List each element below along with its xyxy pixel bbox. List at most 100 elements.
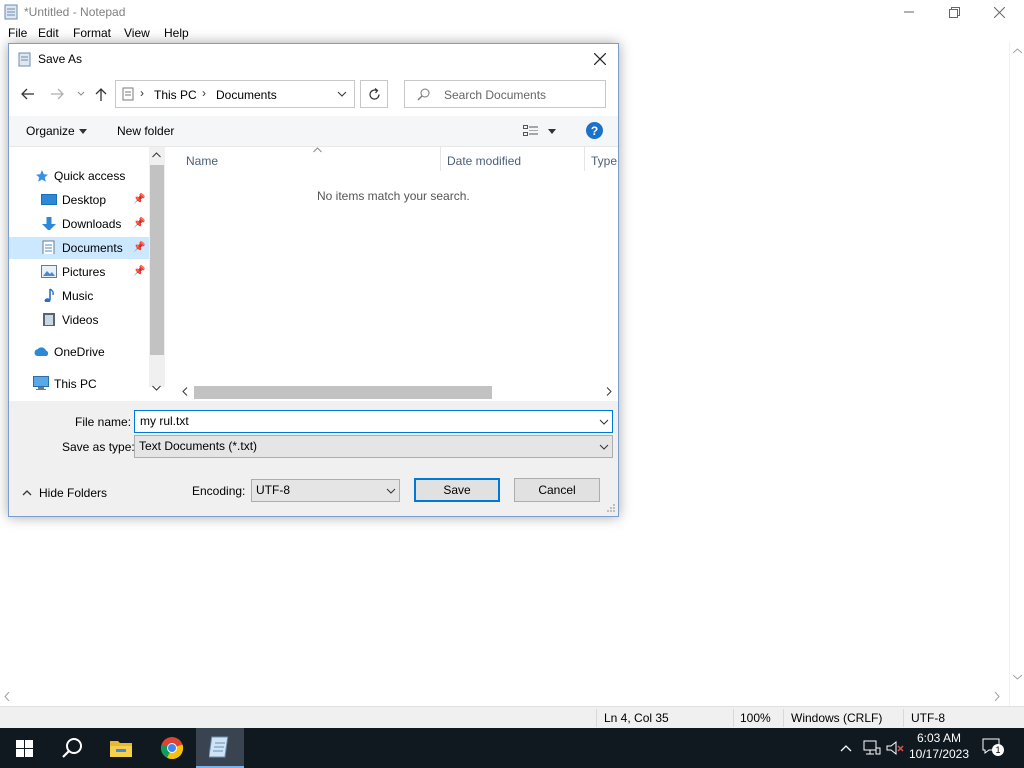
scroll-down-icon[interactable] <box>1013 674 1022 680</box>
hide-folders-button[interactable]: Hide Folders <box>39 486 107 500</box>
menu-view[interactable]: View <box>124 26 150 40</box>
menu-help[interactable]: Help <box>164 26 189 40</box>
start-button[interactable] <box>0 728 48 768</box>
nav-label-desktop: Desktop <box>62 193 107 207</box>
chevron-down-icon[interactable] <box>337 91 347 97</box>
chevron-down-icon[interactable] <box>386 488 396 494</box>
column-header-type[interactable]: Type <box>591 154 617 168</box>
recent-locations-icon[interactable] <box>77 91 85 97</box>
file-name-label: File name: <box>75 415 132 429</box>
minimize-button[interactable] <box>886 0 932 24</box>
nav-label-pictures: Pictures <box>62 265 106 279</box>
nav-label-videos: Videos <box>62 313 99 327</box>
chevron-up-icon[interactable] <box>22 489 32 496</box>
file-list[interactable]: Name Date modified Type No items match y… <box>166 147 618 382</box>
forward-arrow-icon[interactable] <box>50 88 64 100</box>
scroll-right-icon[interactable] <box>994 692 1000 701</box>
view-options-icon[interactable] <box>523 125 539 137</box>
star-icon <box>36 170 48 182</box>
status-line-ending: Windows (CRLF) <box>791 711 883 725</box>
documents-folder-icon <box>122 87 134 101</box>
resize-grip-icon[interactable] <box>606 503 616 513</box>
taskbar-file-explorer[interactable] <box>97 728 145 768</box>
scroll-up-icon[interactable] <box>1013 48 1022 54</box>
close-window-button[interactable] <box>976 0 1022 24</box>
taskbar-chrome[interactable] <box>148 728 196 768</box>
nav-item-downloads[interactable]: Downloads 📌 <box>9 213 149 235</box>
restore-icon <box>948 6 960 18</box>
nav-quick-access[interactable]: Quick access <box>9 165 149 187</box>
save-button[interactable]: Save <box>414 478 500 502</box>
taskbar: 6:03 AM 10/17/2023 1 <box>0 728 1024 768</box>
nav-item-music[interactable]: Music <box>9 285 149 307</box>
scroll-right-icon[interactable] <box>606 387 612 396</box>
hscroll-thumb[interactable] <box>194 386 492 399</box>
notepad-horizontal-scrollbar[interactable] <box>0 688 1009 706</box>
close-icon <box>993 6 1005 18</box>
network-icon[interactable] <box>863 740 881 756</box>
view-dropdown-icon[interactable] <box>548 129 556 134</box>
nav-item-desktop[interactable]: Desktop 📌 <box>9 189 149 211</box>
nav-pane-scrollbar[interactable] <box>149 147 165 391</box>
clock-date: 10/17/2023 <box>908 747 970 761</box>
help-button[interactable]: ? <box>586 122 603 139</box>
chevron-down-icon[interactable] <box>599 444 609 450</box>
chevron-down-icon[interactable] <box>599 419 609 425</box>
nav-label-quick-access: Quick access <box>54 169 126 183</box>
taskbar-search-button[interactable] <box>48 728 96 768</box>
address-bar[interactable]: › This PC › Documents <box>115 80 355 108</box>
download-icon <box>42 217 56 230</box>
dialog-content: Quick access Desktop 📌 Downloads 📌 Docum… <box>9 146 618 402</box>
file-name-input[interactable]: my rul.txt <box>134 410 613 433</box>
scroll-left-icon[interactable] <box>182 387 188 396</box>
breadcrumb-documents[interactable]: Documents <box>216 88 277 102</box>
dialog-close-button[interactable] <box>589 49 611 69</box>
search-icon <box>62 738 82 758</box>
nav-item-this-pc[interactable]: This PC <box>9 373 149 395</box>
nav-label-onedrive: OneDrive <box>54 345 105 359</box>
scroll-down-icon[interactable] <box>152 385 161 391</box>
notepad-status-bar: Ln 4, Col 35 100% Windows (CRLF) UTF-8 <box>0 706 1024 729</box>
nav-item-onedrive[interactable]: OneDrive <box>9 341 149 363</box>
scroll-up-icon[interactable] <box>152 152 161 158</box>
save-as-type-label: Save as type: <box>62 440 135 454</box>
encoding-select[interactable]: UTF-8 <box>251 479 400 502</box>
encoding-value: UTF-8 <box>256 483 290 497</box>
dialog-title: Save As <box>38 52 83 66</box>
nav-item-videos[interactable]: Videos <box>9 309 149 331</box>
nav-scrollbar-thumb[interactable] <box>150 165 164 355</box>
refresh-button[interactable] <box>360 80 388 108</box>
pin-icon[interactable]: 📌 <box>133 266 145 277</box>
organize-dropdown-icon[interactable] <box>79 129 87 134</box>
breadcrumb-this-pc[interactable]: This PC <box>154 88 197 102</box>
column-header-name[interactable]: Name <box>186 154 218 168</box>
notepad-app-icon <box>4 4 18 20</box>
dialog-title-bar: Save As <box>9 44 618 74</box>
up-arrow-icon[interactable] <box>95 87 107 101</box>
save-as-type-select[interactable]: Text Documents (*.txt) <box>134 435 613 458</box>
restore-button[interactable] <box>931 0 977 24</box>
search-box[interactable]: Search Documents <box>404 80 606 108</box>
menu-file[interactable]: File <box>8 26 27 40</box>
cancel-button[interactable]: Cancel <box>514 478 600 502</box>
pin-icon[interactable]: 📌 <box>133 242 145 253</box>
menu-format[interactable]: Format <box>73 26 111 40</box>
nav-item-documents[interactable]: Documents 📌 <box>9 237 149 259</box>
scroll-left-icon[interactable] <box>4 692 10 701</box>
menu-edit[interactable]: Edit <box>38 26 59 40</box>
organize-button[interactable]: Organize <box>26 124 75 138</box>
notepad-vertical-scrollbar[interactable] <box>1009 42 1024 706</box>
notification-center-button[interactable]: 1 <box>982 738 1004 758</box>
search-icon <box>417 88 430 101</box>
column-header-date-modified[interactable]: Date modified <box>447 154 521 168</box>
new-folder-button[interactable]: New folder <box>117 124 174 138</box>
file-list-horizontal-scrollbar[interactable] <box>166 382 618 402</box>
pin-icon[interactable]: 📌 <box>133 218 145 229</box>
nav-item-pictures[interactable]: Pictures 📌 <box>9 261 149 283</box>
pin-icon[interactable]: 📌 <box>133 194 145 205</box>
volume-muted-icon[interactable] <box>886 740 904 756</box>
back-arrow-icon[interactable] <box>21 88 35 100</box>
show-hidden-icons-icon[interactable] <box>840 744 852 752</box>
taskbar-notepad[interactable] <box>196 728 244 768</box>
clock[interactable]: 6:03 AM 10/17/2023 <box>908 731 970 761</box>
